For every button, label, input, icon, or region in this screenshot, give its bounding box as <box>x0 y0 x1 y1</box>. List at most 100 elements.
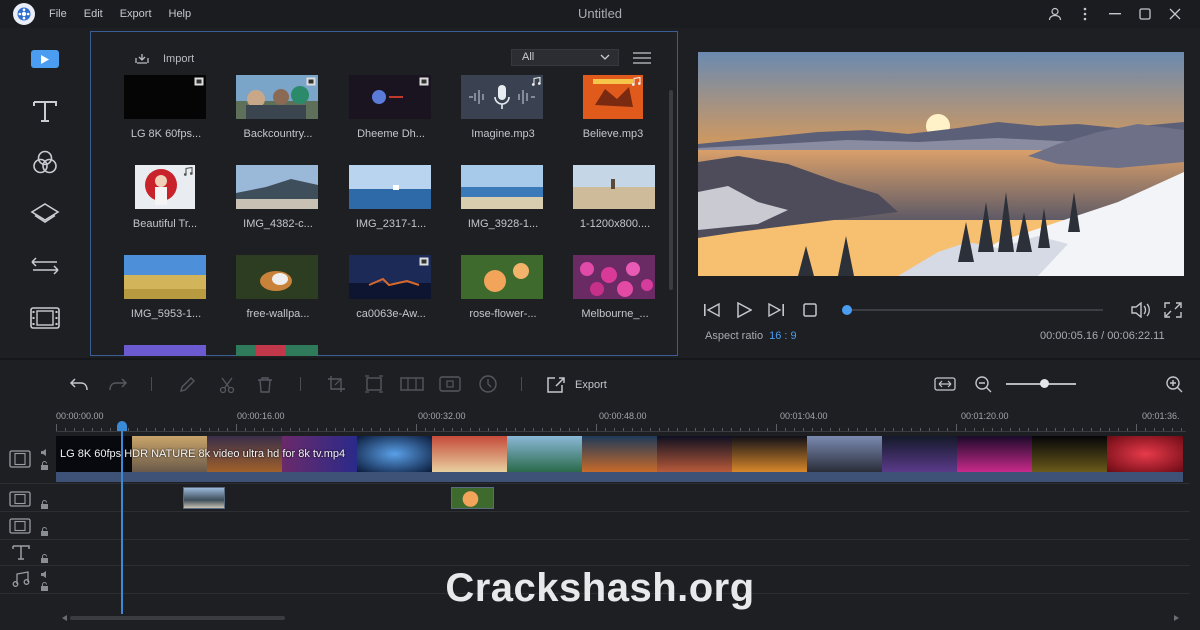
main-clip-audio-band <box>56 472 1183 482</box>
delete-icon[interactable] <box>257 376 273 394</box>
media-label: Believe.mp3 <box>582 128 644 140</box>
media-thumbnail <box>461 255 543 299</box>
media-filter-select[interactable]: All <box>511 49 619 66</box>
media-label: free-wallpa... <box>246 308 310 320</box>
menu-help[interactable]: Help <box>169 8 192 20</box>
media-label: Backcountry... <box>243 128 313 140</box>
panel-divider[interactable] <box>0 358 1200 360</box>
rail-filters-tab[interactable] <box>0 136 90 188</box>
clip-frame <box>882 436 957 472</box>
toolbar-separator <box>300 377 301 391</box>
overlay-clip-image[interactable] <box>183 487 225 509</box>
overlay-clip-rose[interactable] <box>451 487 494 509</box>
rail-overlays-tab[interactable] <box>0 188 90 240</box>
import-icon <box>135 54 149 64</box>
fit-timeline-icon[interactable] <box>934 377 956 391</box>
ruler-mark: 00:01:04.00 <box>780 411 828 421</box>
clip-frame <box>732 436 807 472</box>
media-label: IMG_4382-c... <box>243 218 313 230</box>
media-thumbnail <box>573 165 655 209</box>
export-button[interactable]: Export <box>546 376 607 394</box>
maximize-button[interactable] <box>1130 4 1160 24</box>
track-lock-icon[interactable] <box>40 461 49 470</box>
zoom-in-icon[interactable] <box>1165 375 1183 393</box>
scissors-icon[interactable] <box>218 376 236 394</box>
audio-badge-icon <box>183 167 193 176</box>
previous-frame-icon[interactable] <box>703 302 721 318</box>
track-lock-icon[interactable] <box>40 554 49 563</box>
menu-file[interactable]: File <box>49 8 67 20</box>
seek-handle[interactable] <box>842 305 852 315</box>
clip-frame <box>357 436 432 472</box>
zoom-frame-icon[interactable] <box>364 375 384 393</box>
scroll-right-icon[interactable] <box>1173 615 1179 621</box>
rail-transitions-tab[interactable] <box>0 240 90 292</box>
media-thumbnail <box>573 255 655 299</box>
overlays-icon <box>30 203 60 223</box>
edit-pencil-icon[interactable] <box>178 376 196 394</box>
fullscreen-icon[interactable] <box>1164 302 1182 318</box>
text-icon <box>33 101 57 122</box>
video-badge-icon <box>419 77 429 86</box>
media-thumbnail <box>461 165 543 209</box>
freeze-frame-icon[interactable] <box>439 376 461 392</box>
media-thumbnail <box>236 165 318 209</box>
scroll-left-icon[interactable] <box>62 615 68 621</box>
play-icon[interactable] <box>736 302 752 318</box>
library-scrollbar[interactable] <box>669 90 673 290</box>
ruler-mark: 00:00:00.00 <box>56 411 104 421</box>
media-label: Beautiful Tr... <box>132 218 198 230</box>
track-lock-icon[interactable] <box>40 500 49 509</box>
media-thumbnail <box>349 165 431 209</box>
media-label: LG 8K 60fps... <box>130 128 202 140</box>
media-label: 1-1200x800.... <box>579 218 651 230</box>
export-icon <box>547 377 565 393</box>
seek-bar[interactable] <box>843 309 1103 311</box>
duration-clock-icon[interactable] <box>478 375 498 393</box>
list-view-icon[interactable] <box>633 52 651 64</box>
close-button[interactable] <box>1160 4 1190 24</box>
film-strip-icon <box>30 307 60 329</box>
timeline-horizontal-scrollbar[interactable] <box>70 616 285 620</box>
filters-icon <box>33 150 57 174</box>
app-logo-icon <box>13 3 35 25</box>
media-label: IMG_2317-1... <box>355 218 427 230</box>
crop-icon[interactable] <box>327 375 347 393</box>
rail-elements-tab[interactable] <box>0 292 90 344</box>
menu-export[interactable]: Export <box>120 8 152 20</box>
zoom-out-icon[interactable] <box>974 375 992 393</box>
split-clip-icon[interactable] <box>400 377 424 391</box>
track-mute-icon[interactable] <box>40 448 49 457</box>
timeline-zoom-handle[interactable] <box>1040 379 1049 388</box>
aspect-ratio-control[interactable]: Aspect ratio 16 : 9 <box>705 330 797 342</box>
stop-icon[interactable] <box>802 302 818 318</box>
user-icon[interactable] <box>1040 4 1070 24</box>
left-rail <box>0 30 90 356</box>
audio-badge-icon <box>631 77 641 86</box>
redo-icon[interactable] <box>108 376 128 392</box>
export-label: Export <box>575 379 607 391</box>
video-badge-icon <box>194 77 204 86</box>
clip-frame <box>957 436 1032 472</box>
media-label: Dheeme Dh... <box>357 128 425 140</box>
media-label: Melbourne_... <box>581 308 649 320</box>
menu-edit[interactable]: Edit <box>84 8 103 20</box>
overlay-track-icon <box>9 491 31 507</box>
volume-icon[interactable] <box>1130 302 1152 318</box>
clip-frame <box>432 436 507 472</box>
video-preview[interactable] <box>698 52 1184 276</box>
next-frame-icon[interactable] <box>767 302 785 318</box>
media-library-panel: Import All LG 8K 60fps... Backcountry...… <box>90 31 678 356</box>
text-track-icon <box>12 545 30 560</box>
undo-icon[interactable] <box>69 376 89 392</box>
more-options-icon[interactable] <box>1070 4 1100 24</box>
video-badge-icon <box>419 257 429 266</box>
track-lock-icon[interactable] <box>40 527 49 536</box>
import-button[interactable]: Import <box>133 52 194 66</box>
ruler-mark: 00:00:48.00 <box>599 411 647 421</box>
media-thumbnail <box>236 255 318 299</box>
track-overlay-1 <box>0 484 1190 512</box>
rail-text-tab[interactable] <box>0 85 90 137</box>
rail-media-tab[interactable] <box>0 33 90 85</box>
minimize-button[interactable] <box>1100 4 1130 24</box>
